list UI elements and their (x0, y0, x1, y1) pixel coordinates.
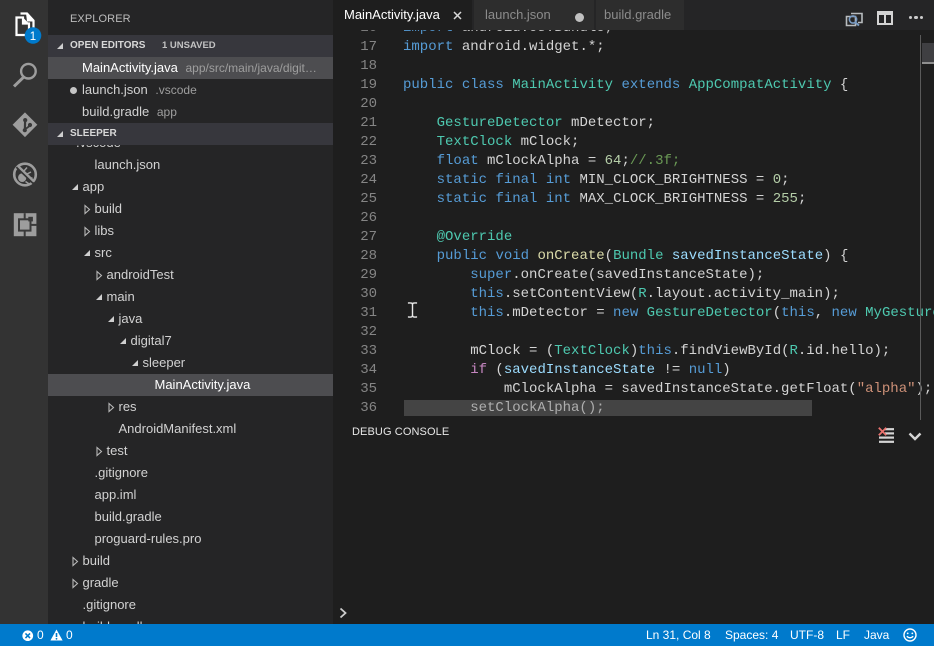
svg-text:1: 1 (30, 31, 36, 43)
